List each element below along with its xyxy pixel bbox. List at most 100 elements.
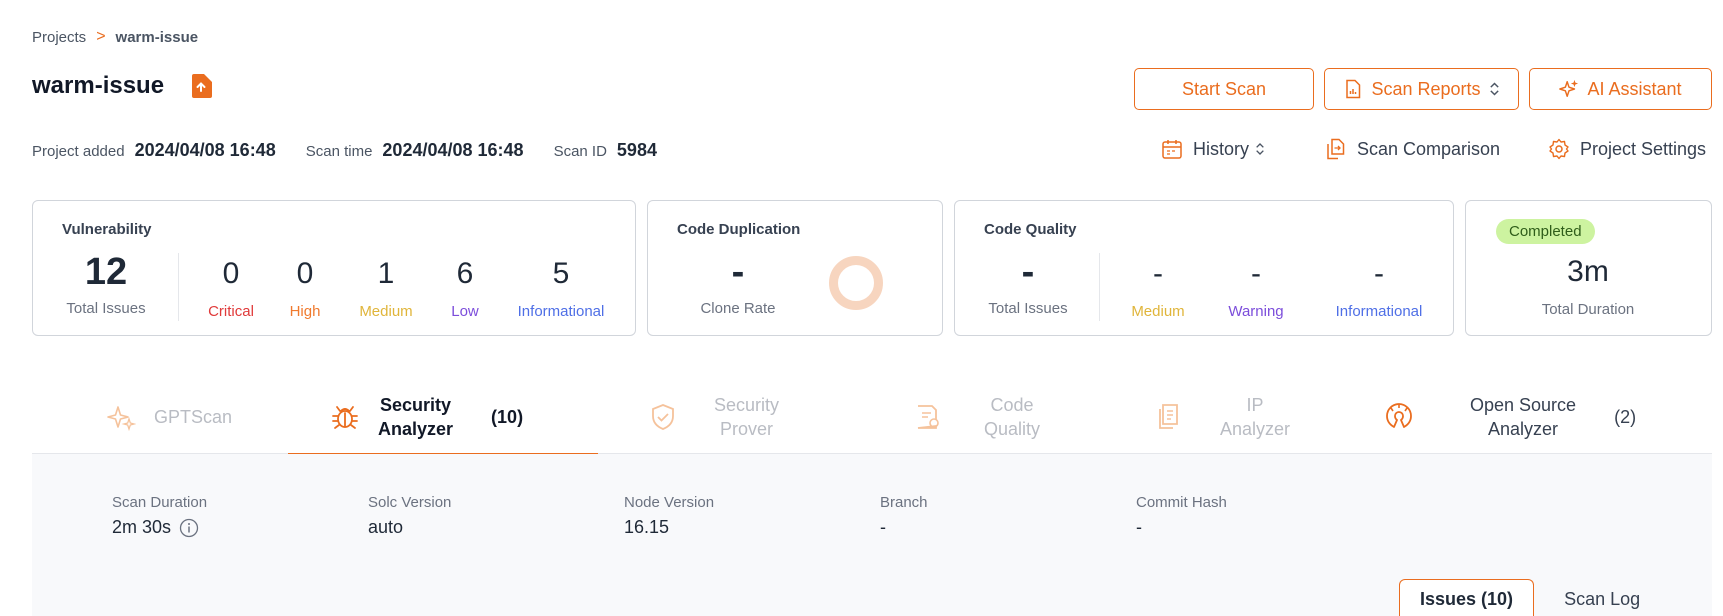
total-duration-value: 3m	[1567, 255, 1609, 288]
tab-code-quality[interactable]: Code Quality	[912, 380, 1092, 454]
scan-comparison-link[interactable]: Scan Comparison	[1325, 138, 1500, 160]
critical-value: 0	[222, 257, 240, 290]
low-value: 6	[456, 257, 474, 290]
low-label: Low	[451, 303, 479, 320]
vulnerability-total: 12 Total Issues	[62, 253, 150, 317]
vulnerability-card[interactable]: Vulnerability 12 Total Issues 0 Critical…	[32, 200, 636, 336]
gear-icon	[1549, 138, 1569, 160]
tab-gptscan[interactable]: GPTScan	[106, 380, 306, 454]
breadcrumb: Projects > warm-issue	[32, 28, 198, 46]
history-dropdown[interactable]: History	[1161, 138, 1265, 160]
cq-warning-value: -	[1251, 257, 1261, 290]
node-version-field: Node Version 16.15	[624, 494, 714, 538]
medium-count[interactable]: 1 Medium	[353, 257, 419, 321]
cq-informational-value: -	[1374, 257, 1384, 290]
scan-meta: Project added 2024/04/08 16:48 Scan time…	[32, 140, 687, 161]
high-label: High	[289, 303, 321, 320]
status-badge: Completed	[1496, 219, 1595, 244]
sort-chevron-icon	[1489, 82, 1499, 96]
solc-version-field: Solc Version auto	[368, 494, 451, 538]
scan-duration-label: Scan Duration	[112, 494, 208, 511]
cq-medium-label: Medium	[1131, 303, 1185, 320]
sparkle-icon	[1559, 79, 1579, 98]
tab-scan-log[interactable]: Scan Log	[1534, 580, 1660, 616]
cq-informational-count[interactable]: - Informational	[1329, 257, 1429, 321]
file-upload-icon[interactable]	[190, 74, 213, 98]
low-count[interactable]: 6 Low	[445, 257, 485, 321]
page-title: warm-issue	[32, 72, 165, 99]
cq-medium-count[interactable]: - Medium	[1125, 257, 1191, 321]
code-quality-card[interactable]: Code Quality - Total Issues - Medium - W…	[954, 200, 1454, 336]
cq-warning-label: Warning	[1228, 303, 1284, 320]
code-duplication-card[interactable]: Code Duplication - Clone Rate	[647, 200, 943, 336]
analyzer-tabs: GPTScan Security Analyzer (10) Security …	[32, 380, 1712, 455]
divider	[1099, 253, 1100, 321]
scan-status-card: Completed 3m Total Duration	[1465, 200, 1712, 336]
clone-rate-donut	[829, 256, 883, 310]
cq-medium-value: -	[1153, 257, 1163, 290]
tab-label-line: Analyzer	[1488, 419, 1559, 439]
cq-informational-label: Informational	[1335, 303, 1423, 320]
tab-open-source-analyzer[interactable]: Open Source Analyzer (2)	[1384, 380, 1684, 454]
high-count[interactable]: 0 High	[280, 257, 330, 321]
branch-field: Branch -	[880, 494, 928, 538]
sparkle-icon	[107, 406, 136, 432]
start-scan-button[interactable]: Start Scan	[1134, 68, 1314, 110]
critical-label: Critical	[208, 303, 254, 320]
sort-chevron-icon	[1256, 143, 1264, 155]
tab-gptscan-label: GPTScan	[154, 406, 233, 427]
tab-label-line: IP	[1246, 394, 1264, 415]
code-quality-title: Code Quality	[984, 221, 1077, 238]
issues-subtabs: Issues (10) Scan Log	[1399, 579, 1660, 616]
branch-value: -	[880, 517, 886, 537]
scan-reports-button[interactable]: Scan Reports	[1324, 68, 1519, 110]
history-label: History	[1193, 138, 1250, 159]
bug-icon	[332, 406, 358, 429]
code-quality-total-value: -	[1021, 251, 1035, 293]
critical-count[interactable]: 0 Critical	[201, 257, 261, 321]
scan-time-label: Scan time	[305, 143, 373, 160]
commit-hash-value: -	[1136, 517, 1142, 537]
scan-duration-text: 2m 30s	[112, 517, 172, 537]
informational-count[interactable]: 5 Informational	[511, 257, 611, 321]
project-settings-label: Project Settings	[1580, 138, 1707, 159]
breadcrumb-separator-icon: >	[96, 28, 106, 45]
tab-label-line: Open Source	[1470, 394, 1577, 415]
tab-label-line: Quality	[984, 419, 1041, 439]
shield-check-icon	[652, 404, 674, 430]
tab-ip-analyzer[interactable]: IP Analyzer	[1154, 380, 1334, 454]
divider	[178, 253, 179, 321]
ai-assistant-label: AI Assistant	[1587, 78, 1682, 99]
scan-id-value: 5984	[616, 140, 657, 160]
start-scan-label: Start Scan	[1181, 78, 1267, 99]
calendar-icon	[1162, 140, 1182, 159]
open-source-icon	[1386, 403, 1412, 428]
project-settings-link[interactable]: Project Settings	[1548, 138, 1706, 160]
tab-label-line: Analyzer	[378, 419, 454, 439]
tab-security-prover[interactable]: Security Prover	[648, 380, 868, 454]
tab-code-quality-label: Code Quality	[960, 393, 1040, 442]
info-icon[interactable]	[179, 518, 199, 538]
tab-security-analyzer-count: (10)	[491, 406, 524, 427]
commit-hash-field: Commit Hash -	[1136, 494, 1227, 538]
node-version-label: Node Version	[624, 494, 715, 511]
informational-label: Informational	[517, 303, 605, 320]
clone-rate-label: Clone Rate	[700, 300, 776, 317]
tab-security-analyzer[interactable]: Security Analyzer (10)	[288, 380, 598, 455]
cq-warning-count[interactable]: - Warning	[1224, 257, 1288, 321]
tab-issues[interactable]: Issues (10)	[1399, 579, 1535, 616]
scan-comparison-label: Scan Comparison	[1357, 138, 1501, 159]
breadcrumb-projects-link[interactable]: Projects	[32, 29, 86, 46]
tab-security-analyzer-label: Security Analyzer	[378, 393, 453, 442]
code-quality-total: - Total Issues	[984, 253, 1072, 317]
medium-value: 1	[377, 257, 395, 290]
project-added-label: Project added	[32, 143, 125, 160]
high-value: 0	[296, 257, 314, 290]
tab-label-line: Prover	[720, 419, 774, 439]
scan-time-value: 2024/04/08 16:48	[382, 140, 524, 160]
ai-assistant-button[interactable]: AI Assistant	[1529, 68, 1712, 110]
branch-label: Branch	[880, 494, 928, 511]
commit-hash-label: Commit Hash	[1136, 494, 1227, 511]
informational-value: 5	[552, 257, 570, 290]
tab-label-line: Analyzer	[1220, 419, 1291, 439]
